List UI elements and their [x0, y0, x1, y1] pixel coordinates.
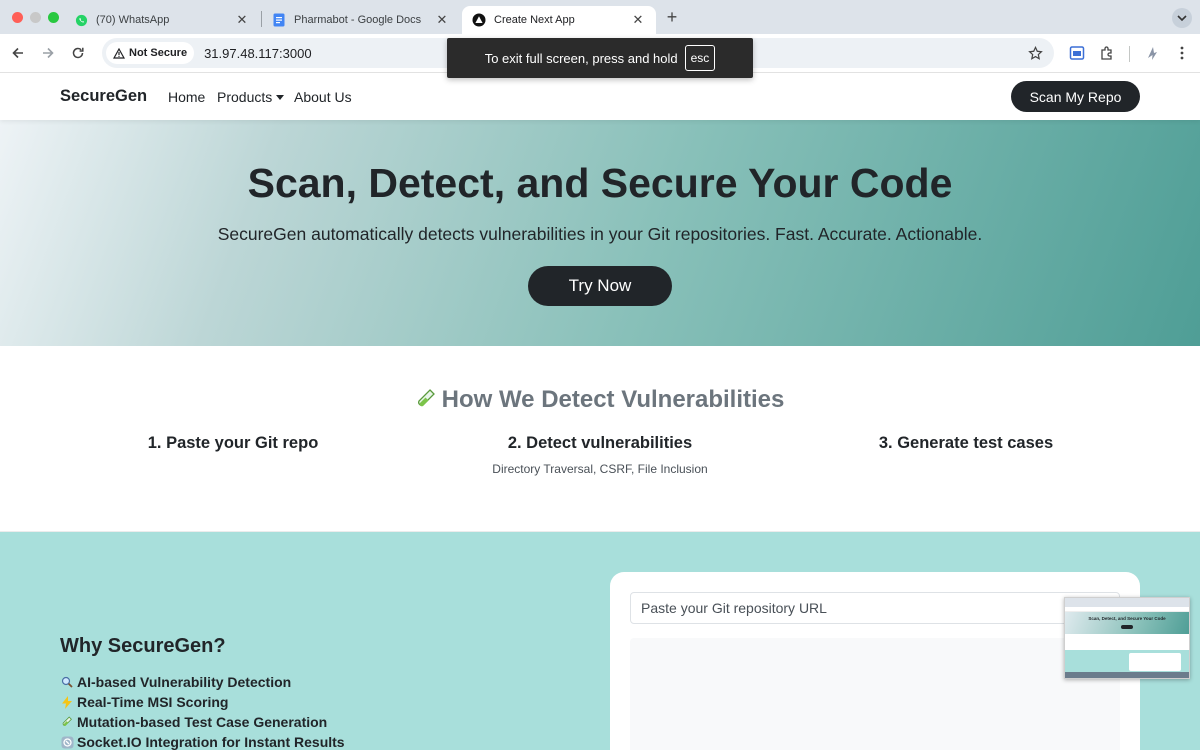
thumbnail-chrome: [1065, 598, 1189, 607]
lightning-icon: [60, 695, 74, 709]
repo-scan-card: Paste your Git repository URL: [610, 572, 1140, 750]
test-tube-icon: [416, 388, 436, 417]
browser-tab-create-next-app[interactable]: Create Next App ✕: [462, 6, 656, 34]
esc-key-badge: esc: [684, 45, 716, 71]
step-description: Directory Traversal, CSRF, File Inclusio…: [492, 462, 708, 476]
toast-text: To exit full screen, press and hold: [484, 50, 678, 66]
tab-title: Create Next App: [494, 14, 575, 26]
fullscreen-window-button[interactable]: [48, 12, 59, 23]
extensions-puzzle-icon[interactable]: [1097, 43, 1117, 63]
nav-home-link[interactable]: Home: [168, 89, 205, 105]
thumbnail-dock: [1065, 672, 1189, 678]
step-paste-repo: 1. Paste your Git repo: [53, 434, 413, 462]
tab-title: Pharmabot - Google Docs: [294, 14, 422, 26]
reload-icon: [72, 47, 84, 59]
security-indicator[interactable]: Not Secure: [106, 42, 195, 64]
hero-subtitle: SecureGen automatically detects vulnerab…: [217, 224, 983, 244]
magnifier-icon: [60, 675, 74, 689]
tab-title: (70) WhatsApp: [96, 14, 170, 26]
caret-down-icon: [276, 95, 285, 100]
how-title-text: How We Detect Vulnerabilities: [441, 386, 785, 413]
arrow-left-icon: [12, 47, 23, 59]
why-section: Why SecureGen? AI-based Vulnerability De…: [0, 532, 1200, 750]
nav-products-dropdown[interactable]: Products: [217, 89, 285, 105]
google-docs-icon: [272, 13, 286, 27]
new-tab-button[interactable]: +: [664, 8, 680, 26]
list-item: Socket.IO Integration for Instant Result…: [60, 732, 345, 750]
nav-products-label: Products: [217, 89, 273, 105]
arrow-right-icon: [43, 47, 54, 59]
screenshot-thumbnail[interactable]: Scan, Detect, and Secure Your Code: [1064, 597, 1190, 679]
forward-button[interactable]: [38, 43, 58, 63]
nav-about-link[interactable]: About Us: [294, 89, 352, 105]
scan-my-repo-button[interactable]: Scan My Repo: [1011, 81, 1140, 112]
test-tube-icon: [60, 715, 74, 729]
minimize-window-button[interactable]: [30, 12, 41, 23]
thumbnail-how-section: [1065, 634, 1189, 650]
bookmark-star-icon[interactable]: [1026, 44, 1044, 62]
feature-label: Mutation-based Test Case Generation: [77, 714, 328, 730]
step-title: 3. Generate test cases: [878, 434, 1054, 452]
try-now-button[interactable]: Try Now: [528, 266, 672, 306]
profile-icon[interactable]: [1142, 43, 1162, 63]
step-title: 1. Paste your Git repo: [147, 434, 319, 452]
url-text[interactable]: 31.97.48.117:3000: [204, 46, 311, 61]
toolbar-divider: [1129, 46, 1130, 62]
chevron-down-icon: [1177, 15, 1187, 22]
thumbnail-repo-card: [1129, 653, 1181, 671]
feature-label: Socket.IO Integration for Instant Result…: [77, 734, 345, 750]
browser-tab-google-docs[interactable]: Pharmabot - Google Docs ✕: [262, 6, 460, 34]
close-icon[interactable]: ✕: [630, 12, 646, 28]
kebab-menu-icon[interactable]: [1172, 43, 1192, 63]
site-navbar: SecureGen Home Products About Us Scan My…: [0, 73, 1200, 120]
how-section-title: How We Detect Vulnerabilities: [0, 386, 1200, 417]
list-item: Real-Time MSI Scoring: [60, 692, 345, 712]
socket-icon: [60, 735, 74, 749]
step-title: 2. Detect vulnerabilities: [507, 434, 693, 452]
thumbnail-hero-title: Scan, Detect, and Secure Your Code: [1088, 616, 1166, 621]
list-item: Mutation-based Test Case Generation: [60, 712, 345, 732]
hero-section: Scan, Detect, and Secure Your Code Secur…: [0, 120, 1200, 346]
how-section: How We Detect Vulnerabilities 1. Paste y…: [0, 346, 1200, 532]
warning-icon: [113, 47, 125, 59]
brand-logo[interactable]: SecureGen: [60, 87, 147, 106]
list-item: AI-based Vulnerability Detection: [60, 672, 345, 692]
features-list: AI-based Vulnerability Detection Real-Ti…: [60, 672, 345, 750]
hero-title: Scan, Detect, and Secure Your Code: [247, 160, 953, 206]
thumbnail-why-section: [1065, 650, 1189, 672]
thumbnail-hero-button: [1121, 625, 1133, 629]
reload-button[interactable]: [68, 43, 88, 63]
feature-label: Real-Time MSI Scoring: [77, 694, 229, 710]
thumbnail-hero: Scan, Detect, and Secure Your Code: [1065, 612, 1189, 634]
step-generate-test-cases: 3. Generate test cases: [786, 434, 1146, 462]
close-window-button[interactable]: [12, 12, 23, 23]
close-icon[interactable]: ✕: [234, 12, 250, 28]
security-label: Not Secure: [129, 47, 188, 59]
tab-search-button[interactable]: [1172, 8, 1192, 28]
close-icon[interactable]: ✕: [434, 12, 450, 28]
whatsapp-icon: [74, 13, 88, 27]
nextjs-icon: [472, 13, 486, 27]
browser-tab-whatsapp[interactable]: (70) WhatsApp ✕: [64, 6, 260, 34]
why-title: Why SecureGen?: [60, 635, 226, 657]
cast-extension-icon[interactable]: [1067, 43, 1087, 63]
step-detect-vulnerabilities: 2. Detect vulnerabilities Directory Trav…: [420, 434, 780, 476]
scan-results-area: [630, 638, 1120, 750]
back-button[interactable]: [8, 43, 28, 63]
repo-url-input[interactable]: Paste your Git repository URL: [630, 592, 1120, 624]
fullscreen-exit-toast: To exit full screen, press and hold esc: [447, 38, 753, 78]
feature-label: AI-based Vulnerability Detection: [77, 674, 292, 690]
browser-tab-bar: (70) WhatsApp ✕ Pharmabot - Google Docs …: [0, 0, 1200, 34]
